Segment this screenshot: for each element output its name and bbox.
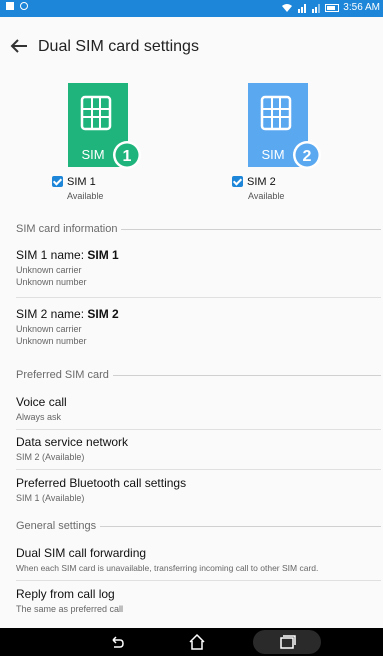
sim1-number: 1 — [123, 148, 132, 165]
back-arrow-icon[interactable] — [8, 35, 30, 57]
call-forwarding-title: Dual SIM call forwarding — [16, 546, 147, 560]
sync-icon — [20, 2, 28, 10]
status-time: 3:56 AM — [343, 2, 380, 13]
signal-2-icon — [312, 3, 321, 13]
notification-icon — [6, 2, 14, 10]
sim1-info-item[interactable]: SIM 1 name: SIM 1 Unknown carrier Unknow… — [16, 248, 376, 288]
section-sim-info: SIM card information — [16, 223, 381, 235]
status-indicators: 3:56 AM — [281, 2, 380, 13]
sim1-name: SIM 1 — [87, 248, 119, 262]
sim2-number-badge: 2 — [293, 141, 321, 169]
call-forwarding-item[interactable]: Dual SIM call forwarding When each SIM c… — [16, 546, 376, 574]
sim1-number-text: Unknown number — [16, 276, 87, 287]
sim2-name-prefix: SIM 2 name: — [16, 307, 88, 321]
voice-call-sub: Always ask — [16, 412, 62, 422]
divider — [16, 429, 381, 430]
sim1-label: SIM 1 — [67, 176, 96, 188]
checkbox-icon — [52, 176, 63, 187]
sim1-number-badge: 1 — [113, 141, 141, 169]
section-preferred: Preferred SIM card — [16, 369, 381, 381]
data-service-sub: SIM 2 (Available) — [16, 452, 85, 462]
divider — [16, 297, 381, 298]
page-title: Dual SIM card settings — [38, 38, 199, 55]
reply-call-log-item[interactable]: Reply from call log The same as preferre… — [16, 587, 376, 616]
section-preferred-label: Preferred SIM card — [16, 369, 109, 381]
call-forwarding-sub: When each SIM card is unavailable, trans… — [16, 563, 319, 573]
signal-icon — [298, 3, 307, 13]
checkbox-icon — [232, 176, 243, 187]
sim2-name-row: SIM 2 name: SIM 2 — [16, 307, 376, 321]
sim1-name-row: SIM 1 name: SIM 1 — [16, 248, 376, 262]
wifi-icon — [282, 3, 293, 12]
data-service-item[interactable]: Data service network SIM 2 (Available) — [16, 435, 376, 464]
bluetooth-call-item[interactable]: Preferred Bluetooth call settings SIM 1 … — [16, 476, 376, 505]
sim2-carrier: Unknown carrier — [16, 324, 82, 334]
battery-icon — [325, 3, 340, 12]
divider — [16, 580, 381, 581]
sim2-name: SIM 2 — [87, 307, 119, 321]
section-general-label: General settings — [16, 520, 97, 532]
sim1-checkbox[interactable]: SIM 1 — [52, 176, 96, 188]
data-service-title: Data service network — [16, 435, 129, 449]
sim2-number-text: Unknown number — [16, 335, 87, 346]
section-general: General settings — [16, 520, 381, 532]
sim2-label: SIM 2 — [247, 176, 276, 188]
recent-apps-icon[interactable] — [278, 633, 296, 651]
bluetooth-call-sub: SIM 1 (Available) — [16, 493, 85, 503]
sim2-checkbox[interactable]: SIM 2 — [232, 176, 276, 188]
divider — [16, 469, 381, 470]
back-nav-icon[interactable] — [108, 633, 126, 651]
home-nav-icon[interactable] — [188, 633, 206, 651]
app-bar: Dual SIM card settings — [0, 17, 383, 77]
reply-call-log-title: Reply from call log — [16, 587, 115, 601]
sim1-carrier: Unknown carrier — [16, 265, 82, 275]
sim1-badge-text: SIM — [81, 147, 104, 162]
sim1-name-prefix: SIM 1 name: — [16, 248, 88, 262]
navigation-bar — [0, 628, 383, 656]
bluetooth-call-title: Preferred Bluetooth call settings — [16, 476, 187, 490]
sim2-status: Available — [248, 191, 285, 201]
voice-call-item[interactable]: Voice call Always ask — [16, 395, 376, 424]
section-sim-info-label: SIM card information — [16, 223, 118, 235]
sim2-number: 2 — [303, 148, 312, 165]
status-bar: 3:56 AM — [0, 0, 383, 17]
status-notifications — [6, 2, 28, 10]
voice-call-title: Voice call — [16, 395, 67, 409]
reply-call-log-sub: The same as preferred call — [16, 604, 124, 614]
sim1-status: Available — [67, 191, 104, 201]
sim2-info-item[interactable]: SIM 2 name: SIM 2 Unknown carrier Unknow… — [16, 307, 376, 347]
sim2-badge-text: SIM — [261, 147, 284, 162]
